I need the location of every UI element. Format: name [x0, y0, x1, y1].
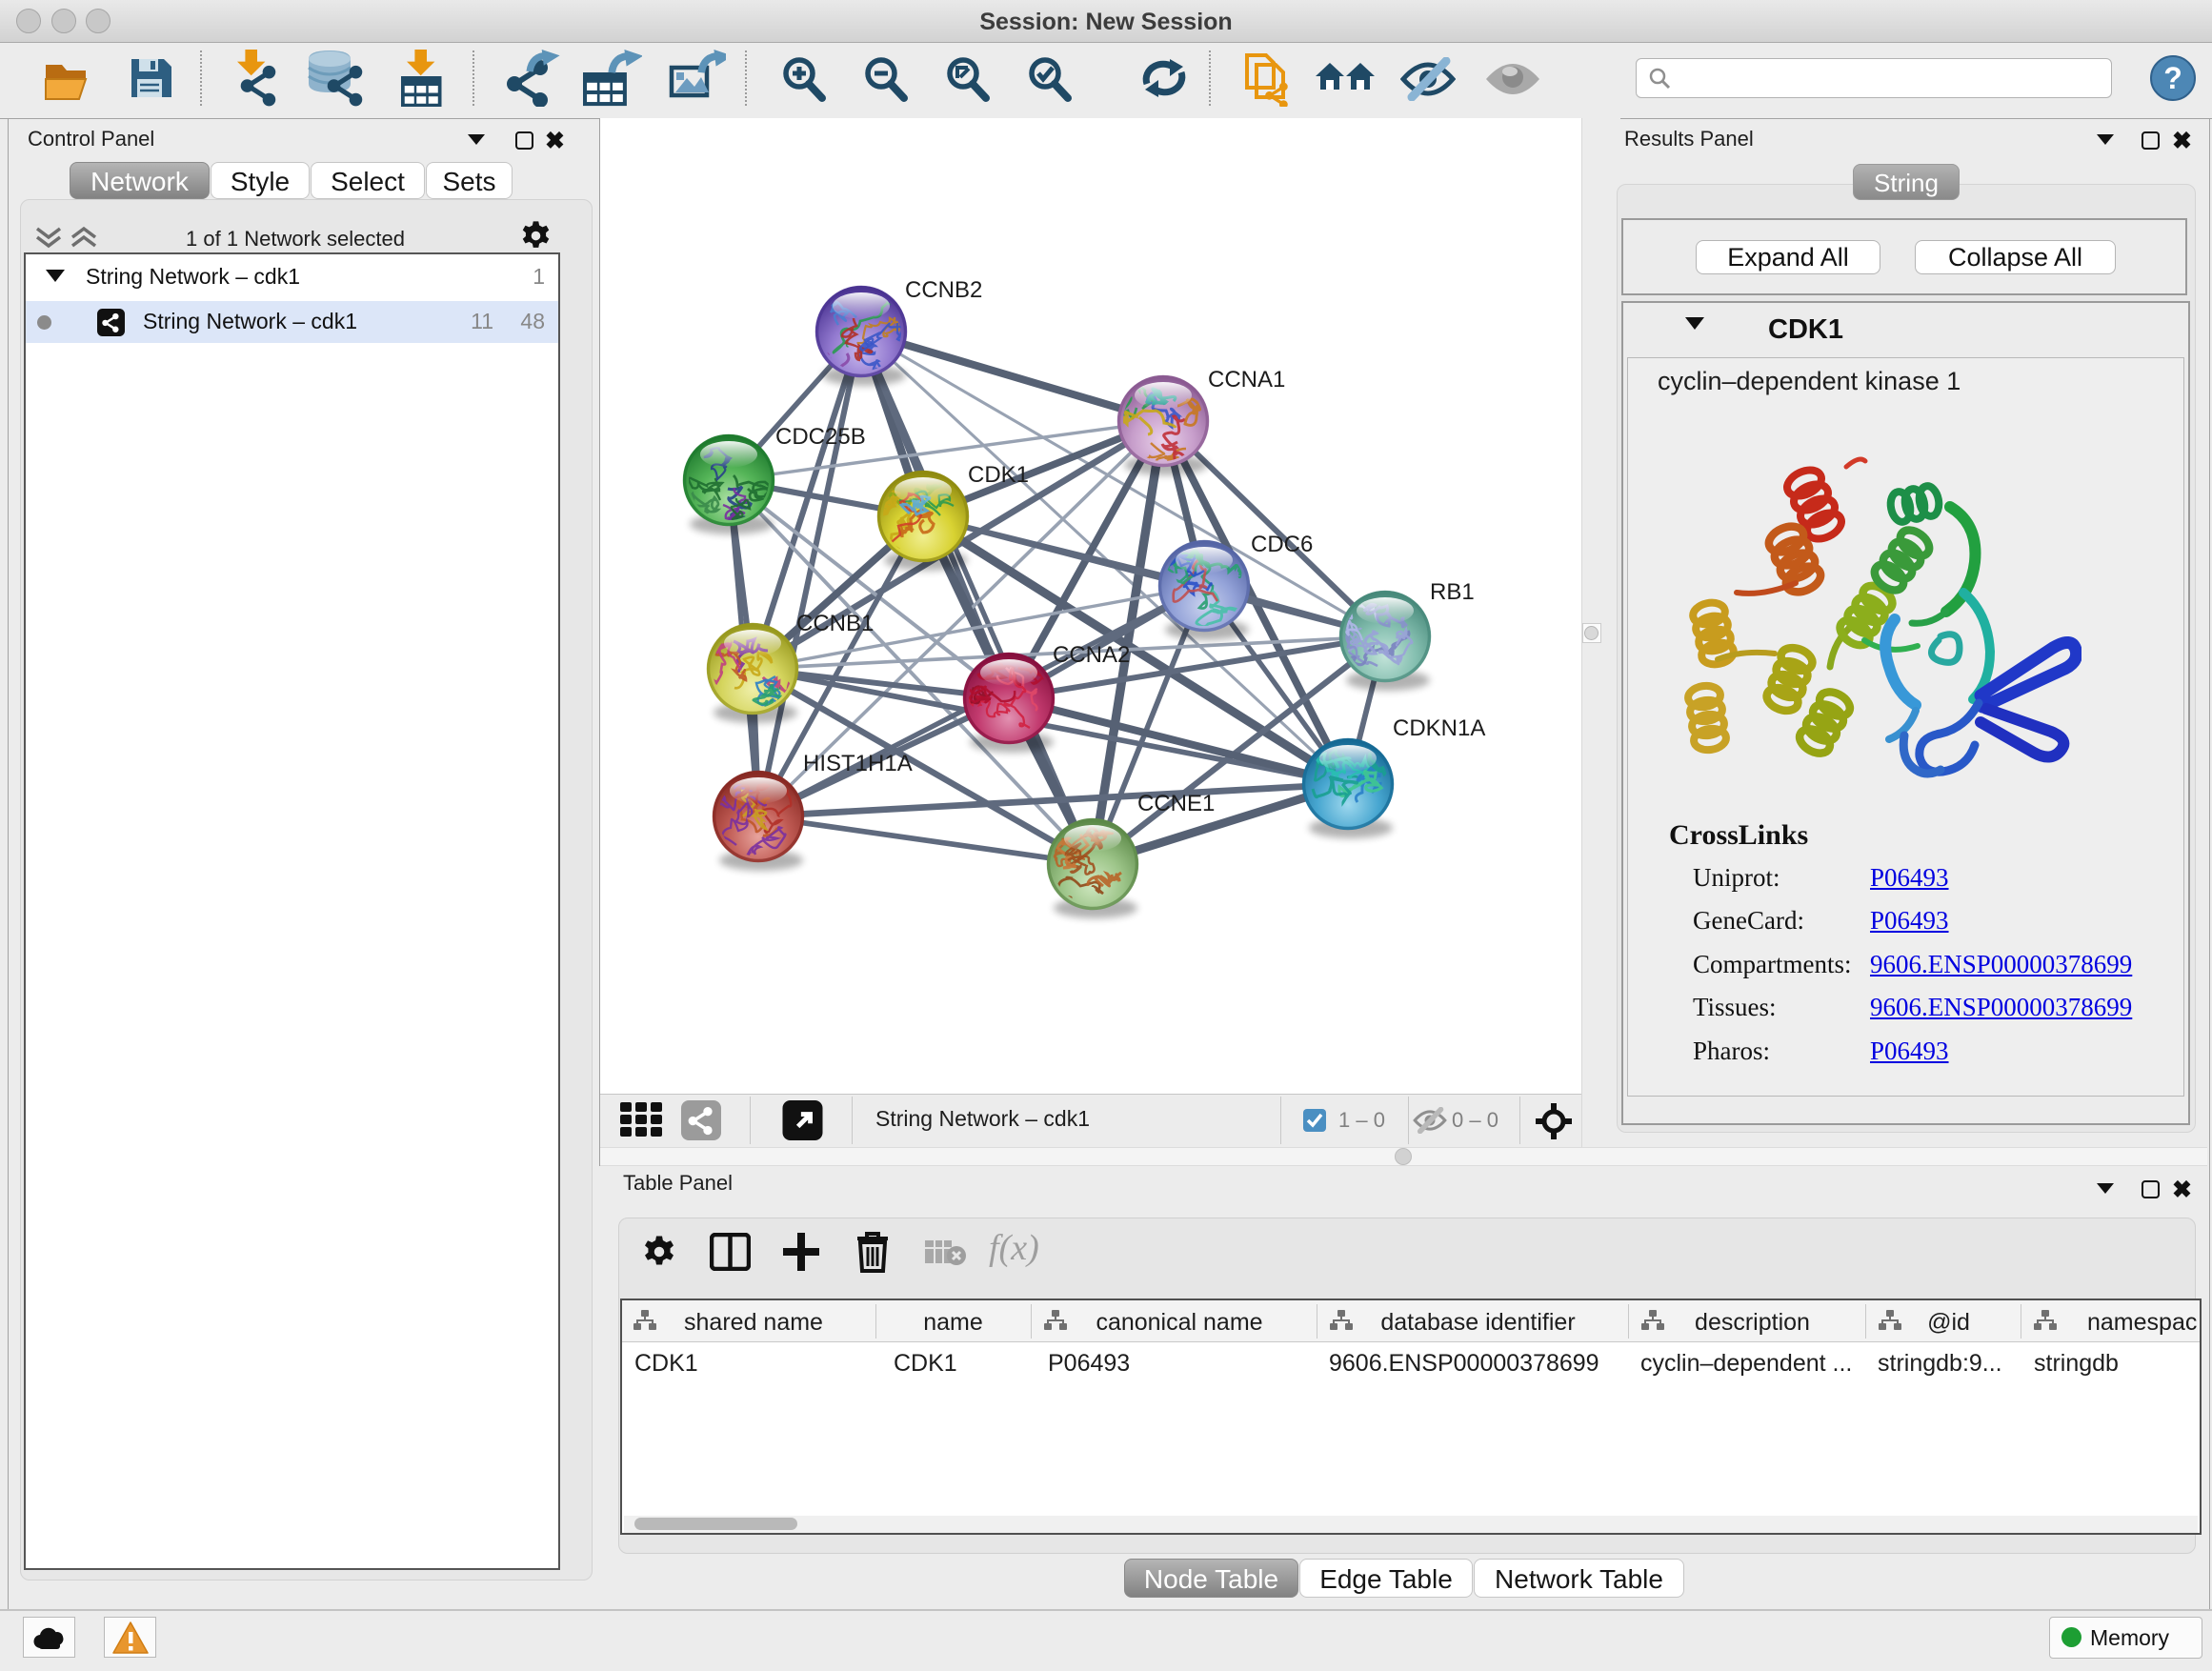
- svg-text:CCNE1: CCNE1: [1137, 791, 1215, 816]
- svg-text:CCNA2: CCNA2: [1053, 642, 1130, 668]
- svg-text:HIST1H1A: HIST1H1A: [803, 751, 913, 776]
- svg-text:CDK1: CDK1: [968, 462, 1029, 488]
- svg-text:CDKN1A: CDKN1A: [1393, 715, 1485, 741]
- svg-text:CDC6: CDC6: [1251, 532, 1313, 557]
- svg-text:CCNA1: CCNA1: [1208, 367, 1285, 393]
- svg-text:CCNB2: CCNB2: [905, 277, 982, 303]
- svg-text:RB1: RB1: [1430, 579, 1475, 605]
- svg-text:CDC25B: CDC25B: [775, 424, 866, 450]
- svg-text:CCNB1: CCNB1: [796, 611, 874, 636]
